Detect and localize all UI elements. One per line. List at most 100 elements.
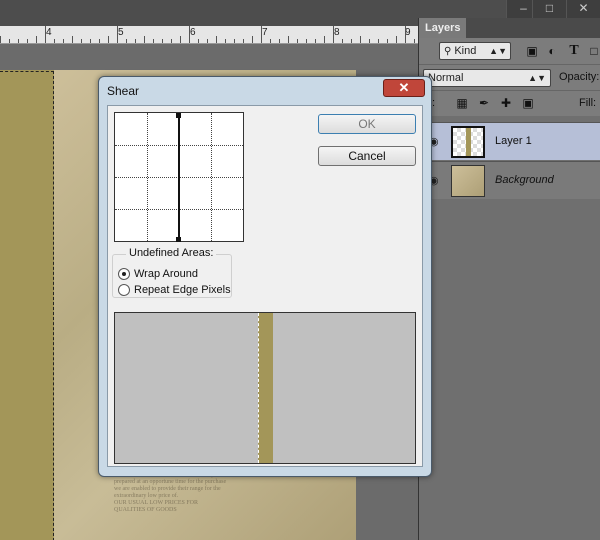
repeat-edge-pixels-radio[interactable]: Repeat Edge Pixels: [118, 284, 231, 296]
layer-thumbnail: [451, 126, 485, 158]
ruler-tick: [333, 26, 334, 43]
chevron-updown-icon: ▲▼: [528, 73, 546, 83]
ruler-tick: [207, 39, 208, 43]
ruler-tick: [54, 39, 55, 43]
layers-tab-bar: Layers: [419, 18, 600, 38]
ruler-tick: [261, 26, 262, 43]
maximize-button[interactable]: □: [532, 0, 566, 18]
ruler-tick: [243, 39, 244, 43]
undefined-areas-label: Undefined Areas:: [126, 247, 217, 259]
opacity-label: Opacity:: [559, 71, 600, 83]
ruler-tick: [108, 36, 109, 43]
wrap-around-radio[interactable]: Wrap Around: [118, 268, 198, 280]
ruler-tick: [90, 39, 91, 43]
close-window-button[interactable]: ✕: [566, 0, 600, 18]
ruler-tick: [252, 36, 253, 43]
curve-top-point[interactable]: [176, 113, 181, 118]
layer-name: Background: [495, 174, 554, 186]
shear-dialog: Shear ✕ OK Cancel Undefined Areas: Wrap …: [98, 76, 432, 477]
ruler-tick: [414, 39, 415, 43]
ruler-number: 8: [334, 27, 340, 38]
ruler-tick: [36, 36, 37, 43]
ruler-tick: [180, 36, 181, 43]
ruler-tick: [18, 39, 19, 43]
radio-unselected-icon: [118, 284, 130, 296]
ruler-tick: [198, 39, 199, 43]
layers-panel: Layers ⚲ Kind ▲▼ ▣ ◐ T □ Normal ▲▼ Opacit…: [418, 18, 600, 540]
blend-mode-value: Normal: [428, 72, 464, 84]
lock-move-icon[interactable]: ✚: [499, 96, 513, 110]
layer-row-background[interactable]: ◉ Background: [419, 161, 600, 199]
ruler-tick: [396, 36, 397, 43]
ruler-tick: [135, 39, 136, 43]
lock-transparent-icon[interactable]: ▦: [455, 96, 469, 110]
ruler-number: 5: [118, 27, 124, 38]
ruler-tick: [153, 39, 154, 43]
ruler-tick: [378, 39, 379, 43]
ruler-tick: [288, 36, 289, 43]
type-filter-icon[interactable]: T: [567, 44, 581, 58]
dialog-body: OK Cancel Undefined Areas: Wrap Around R…: [107, 105, 423, 467]
layer-name: Layer 1: [495, 135, 532, 147]
preview-selection-edge: [258, 313, 259, 463]
preview-strip: [258, 313, 273, 463]
ruler-tick: [72, 36, 73, 43]
marching-ants-selection: [0, 71, 54, 540]
ruler-tick: [279, 39, 280, 43]
radio-label: Wrap Around: [134, 268, 199, 280]
search-icon: ⚲: [444, 46, 452, 57]
ruler-tick: [306, 39, 307, 43]
ruler-tick: [126, 39, 127, 43]
horizontal-ruler: 4 5 6 7 8 9: [0, 26, 418, 44]
ruler-tick: [99, 39, 100, 43]
ruler-tick: [342, 39, 343, 43]
lock-all-icon[interactable]: ▣: [521, 96, 535, 110]
lock-paint-icon[interactable]: ✒: [477, 96, 491, 110]
ruler-tick: [171, 39, 172, 43]
ruler-tick: [162, 39, 163, 43]
tab-layers[interactable]: Layers: [419, 18, 467, 38]
shear-curve-grid[interactable]: [114, 112, 244, 242]
radio-selected-icon: [118, 268, 130, 280]
ruler-tick: [189, 26, 190, 43]
fill-label: Fill:: [579, 97, 597, 109]
ruler-tick: [387, 39, 388, 43]
ruler-tick: [297, 39, 298, 43]
adjustment-filter-icon[interactable]: ◐: [545, 44, 559, 58]
ruler-tick: [360, 36, 361, 43]
ruler-number: 7: [262, 27, 268, 38]
ruler-tick: [234, 39, 235, 43]
ruler-tick: [405, 26, 406, 43]
radio-label: Repeat Edge Pixels: [134, 284, 231, 296]
chevron-updown-icon: ▲▼: [489, 46, 507, 56]
blend-mode-select[interactable]: Normal ▲▼: [423, 69, 551, 87]
curve-bottom-point[interactable]: [176, 237, 181, 242]
close-icon[interactable]: ✕: [383, 79, 425, 97]
ruler-tick: [27, 39, 28, 43]
ruler-tick: [324, 36, 325, 43]
ruler-tick: [117, 26, 118, 43]
ruler-tick: [225, 39, 226, 43]
layer-thumbnail: [451, 165, 485, 197]
ruler-tick: [81, 39, 82, 43]
lock-row: ck: ▦ ✒ ✚ ▣ Fill:: [419, 90, 600, 116]
shear-preview: [114, 312, 416, 464]
ruler-tick: [216, 36, 217, 43]
ruler-tick: [0, 36, 1, 43]
ruler-number: 6: [190, 27, 196, 38]
ruler-tick: [315, 39, 316, 43]
ruler-tick: [63, 39, 64, 43]
cancel-button[interactable]: Cancel: [318, 146, 416, 166]
ok-button[interactable]: OK: [318, 114, 416, 134]
ruler-tick: [270, 39, 271, 43]
image-filter-icon[interactable]: ▣: [525, 44, 539, 58]
layer-row-layer-1[interactable]: ◉ Layer 1: [419, 122, 600, 160]
dialog-title: Shear: [107, 84, 140, 98]
kind-filter-select[interactable]: ⚲ Kind ▲▼: [439, 42, 511, 60]
shape-filter-icon[interactable]: □: [587, 44, 600, 58]
blend-row: Normal ▲▼ Opacity:: [419, 64, 600, 90]
ruler-tick: [45, 26, 46, 43]
shear-curve-line[interactable]: [178, 113, 180, 241]
filter-row: ⚲ Kind ▲▼ ▣ ◐ T □: [419, 38, 600, 64]
kind-filter-value: Kind: [454, 45, 477, 57]
